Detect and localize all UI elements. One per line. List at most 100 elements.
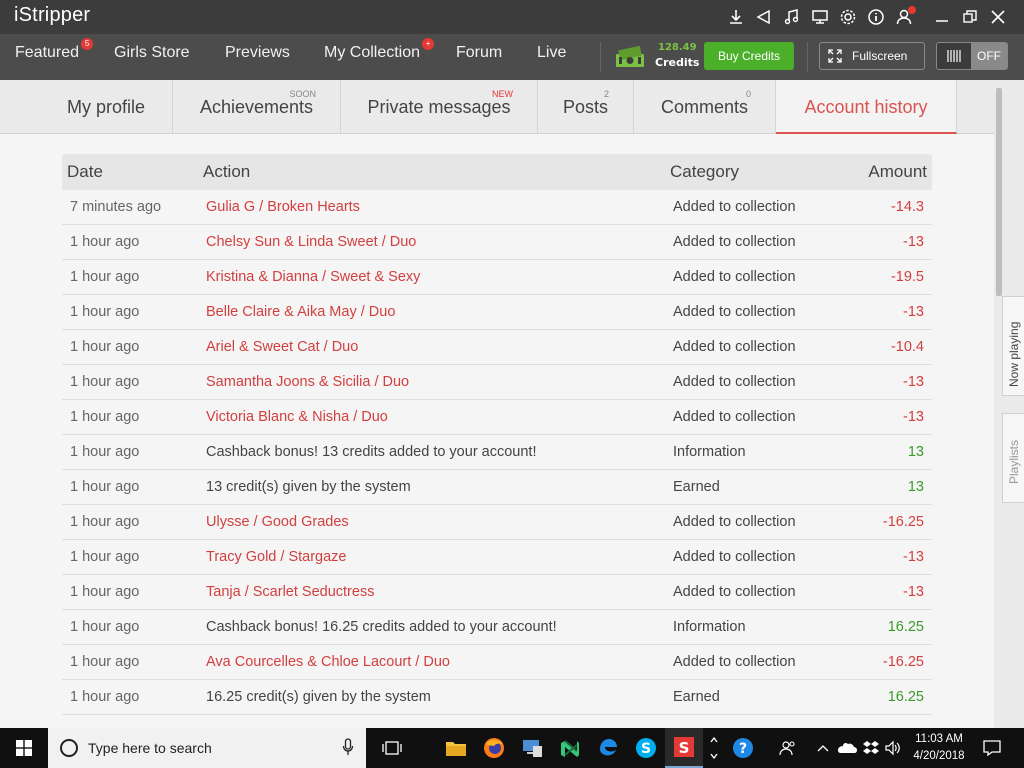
row-amount: -16.25 (882, 654, 924, 670)
now-playing-tab[interactable]: Now playing (1002, 296, 1024, 396)
row-action-text: Cashback bonus! 13 credits added to your… (206, 444, 537, 460)
buy-credits-button[interactable]: Buy Credits (704, 42, 794, 70)
dropbox-icon[interactable] (860, 728, 882, 768)
row-action-link[interactable]: Ulysse / Good Grades (206, 514, 349, 530)
close-icon[interactable] (984, 5, 1012, 29)
table-row: 1 hour ago Ava Courcelles & Chloe Lacourt… (62, 645, 932, 680)
firefox-icon[interactable] (475, 728, 513, 768)
history-rows: 7 minutes ago Gulia G / Broken Hearts Adde… (62, 190, 932, 715)
money-icon (616, 46, 644, 67)
row-action-link[interactable]: Ariel & Sweet Cat / Duo (206, 339, 358, 355)
table-row: 1 hour ago Cashback bonus! 16.25 credits … (62, 610, 932, 645)
tray-overflow-icon[interactable] (814, 728, 832, 768)
table-header: Date Action Category Amount (62, 154, 932, 190)
row-category: Added to collection (673, 339, 796, 355)
scrollbar-thumb[interactable] (996, 88, 1002, 296)
header-date: Date (67, 162, 103, 181)
row-date: 1 hour ago (70, 479, 140, 495)
edge-icon[interactable] (589, 728, 627, 768)
clock-date: 4/20/2018 (913, 750, 965, 762)
credits-display[interactable]: 128.49 Credits (614, 40, 700, 74)
help-icon[interactable]: ? (725, 728, 761, 768)
cortana-icon (60, 739, 78, 757)
row-date: 1 hour ago (70, 409, 140, 425)
tab-posts[interactable]: 2 Posts (538, 80, 634, 134)
tab-comments[interactable]: 0 Comments (634, 80, 776, 134)
system-clock[interactable]: 11:03 AM 4/20/2018 (904, 731, 974, 765)
fullscreen-button[interactable]: Fullscreen (819, 42, 925, 70)
task-view-icon[interactable] (373, 728, 411, 768)
row-action-link[interactable]: Samantha Joons & Sicilia / Duo (206, 374, 409, 390)
taskbar-scroll-arrows[interactable] (703, 728, 725, 768)
row-action-link[interactable]: Gulia G / Broken Hearts (206, 199, 360, 215)
row-action-link[interactable]: Kristina & Dianna / Sweet & Sexy (206, 269, 420, 285)
tab-label: Posts (562, 97, 609, 117)
tab-account-history[interactable]: Account history (776, 80, 957, 134)
tab-private-messages[interactable]: NEW Private messages (341, 80, 538, 134)
file-explorer-icon[interactable] (437, 728, 475, 768)
info-icon[interactable] (862, 5, 890, 29)
microphone-icon[interactable] (342, 738, 354, 756)
tab-achievements[interactable]: SOON Achievements (173, 80, 341, 134)
row-action-link[interactable]: Ava Courcelles & Chloe Lacourt / Duo (206, 654, 450, 670)
featured-badge: 5 (81, 38, 94, 50)
onedrive-icon[interactable] (836, 728, 858, 768)
minimize-icon[interactable] (928, 5, 956, 29)
row-date: 1 hour ago (70, 444, 140, 460)
bell-icon[interactable] (750, 5, 778, 29)
nav-live[interactable]: Live (537, 44, 566, 62)
action-center-icon[interactable] (980, 728, 1004, 768)
row-action-link[interactable]: Tanja / Scarlet Seductress (206, 584, 374, 600)
header-amount: Amount (868, 162, 927, 181)
playlists-tab[interactable]: Playlists (1002, 413, 1024, 503)
nav-previews[interactable]: Previews (225, 44, 290, 62)
main-nav: Featured 5 Girls Store Previews My Colle… (0, 34, 1024, 80)
taskbar-search[interactable]: Type here to search (48, 728, 366, 768)
row-amount: 16.25 (887, 619, 924, 635)
row-amount: -16.25 (882, 514, 924, 530)
nav-girls-store[interactable]: Girls Store (114, 44, 190, 62)
row-date: 1 hour ago (70, 234, 140, 250)
toggle-state: OFF (971, 43, 1007, 69)
nav-my-collection[interactable]: My Collection + (324, 38, 435, 62)
row-category: Added to collection (673, 234, 796, 250)
nav-forum[interactable]: Forum (456, 44, 502, 62)
row-action-link[interactable]: Chelsy Sun & Linda Sweet / Duo (206, 234, 416, 250)
istripper-taskbar-icon[interactable]: S (665, 728, 703, 768)
restore-icon[interactable] (956, 5, 984, 29)
row-action-link[interactable]: Tracy Gold / Stargaze (206, 549, 347, 565)
skype-icon[interactable]: S (627, 728, 665, 768)
user-icon[interactable] (890, 5, 918, 29)
visual-studio-icon[interactable] (551, 728, 589, 768)
row-category: Added to collection (673, 514, 796, 530)
device-manager-icon[interactable] (513, 728, 551, 768)
people-icon[interactable] (776, 728, 800, 768)
row-date: 1 hour ago (70, 654, 140, 670)
volume-icon[interactable] (883, 728, 903, 768)
nav-my-collection-label: My Collection (324, 44, 421, 61)
download-icon[interactable] (722, 5, 750, 29)
tab-label: Achievements (199, 97, 314, 117)
windows-start-button[interactable] (0, 728, 48, 768)
row-amount: -13 (903, 374, 924, 390)
nav-featured[interactable]: Featured 5 (15, 38, 94, 62)
table-row: 1 hour ago Tanja / Scarlet Seductress Adde… (62, 575, 932, 610)
row-amount: -13 (903, 304, 924, 320)
desktop-toggle[interactable]: OFF (936, 42, 1008, 70)
table-row: 1 hour ago 13 credit(s) given by the syst… (62, 470, 932, 505)
row-amount: -19.5 (890, 269, 924, 285)
gear-icon[interactable] (834, 5, 862, 29)
music-icon[interactable] (778, 5, 806, 29)
row-action-link[interactable]: Victoria Blanc & Nisha / Duo (206, 409, 388, 425)
row-date: 1 hour ago (70, 514, 140, 530)
row-action-link[interactable]: Belle Claire & Aika May / Duo (206, 304, 395, 320)
svg-text:?: ? (739, 741, 747, 757)
tab-label: Comments (660, 97, 749, 117)
row-date: 1 hour ago (70, 619, 140, 635)
table-row: 1 hour ago 16.25 credit(s) given by the s… (62, 680, 932, 715)
tab-my-profile[interactable]: My profile (40, 80, 173, 134)
row-category: Added to collection (673, 654, 796, 670)
monitor-icon[interactable] (806, 5, 834, 29)
credits-label: Credits (655, 56, 700, 69)
row-amount: 16.25 (887, 689, 924, 705)
